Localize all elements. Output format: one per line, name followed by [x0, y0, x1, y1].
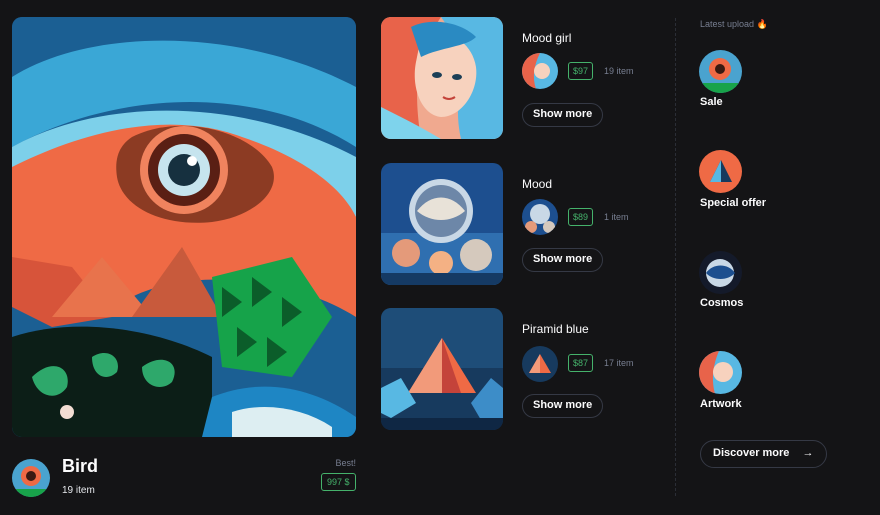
latest-avatar-special-offer[interactable] [699, 150, 742, 193]
item-count: 17 item [604, 358, 634, 368]
item-creator-avatar[interactable] [522, 53, 558, 89]
show-more-button[interactable]: Show more [522, 248, 604, 272]
latest-label-cosmos[interactable]: Cosmos [700, 297, 743, 309]
item-price-badge: $97 [568, 62, 594, 80]
item-title[interactable]: Mood [522, 177, 552, 191]
item-thumbnail-piramid-blue[interactable] [381, 308, 503, 430]
item-creator-avatar[interactable] [522, 199, 558, 235]
item-count: 19 item [604, 66, 634, 76]
item-title[interactable]: Mood girl [522, 31, 571, 45]
hero-badge-label: Best! [335, 458, 356, 468]
hero-title[interactable]: Bird [62, 456, 98, 477]
discover-more-label: Discover more [713, 447, 790, 459]
item-title[interactable]: Piramid blue [522, 322, 589, 336]
arrow-right-icon: → [802, 447, 814, 459]
latest-label-artwork[interactable]: Artwork [700, 398, 742, 410]
latest-avatar-artwork[interactable] [699, 351, 742, 394]
item-thumbnail-mood[interactable] [381, 163, 503, 285]
latest-upload-label: Latest upload 🔥 [700, 19, 768, 29]
latest-label-special-offer[interactable]: Special offer [700, 197, 766, 209]
show-more-button[interactable]: Show more [522, 103, 604, 127]
latest-avatar-cosmos[interactable] [699, 251, 742, 294]
item-count: 1 item [604, 212, 629, 222]
column-divider [675, 18, 676, 496]
hero-price-badge: 997 $ [321, 473, 356, 491]
hero-artwork[interactable] [12, 17, 356, 437]
discover-more-button[interactable]: Discover more → [700, 440, 827, 468]
item-creator-avatar[interactable] [522, 346, 558, 382]
item-thumbnail-mood-girl[interactable] [381, 17, 503, 139]
show-more-button[interactable]: Show more [522, 394, 604, 418]
item-price-badge: $89 [568, 208, 594, 226]
latest-label-sale[interactable]: Sale [700, 96, 723, 108]
item-price-badge: $87 [568, 354, 594, 372]
latest-avatar-sale[interactable] [699, 50, 742, 93]
hero-creator-avatar[interactable] [12, 459, 50, 497]
hero-item-count: 19 item [62, 485, 95, 496]
